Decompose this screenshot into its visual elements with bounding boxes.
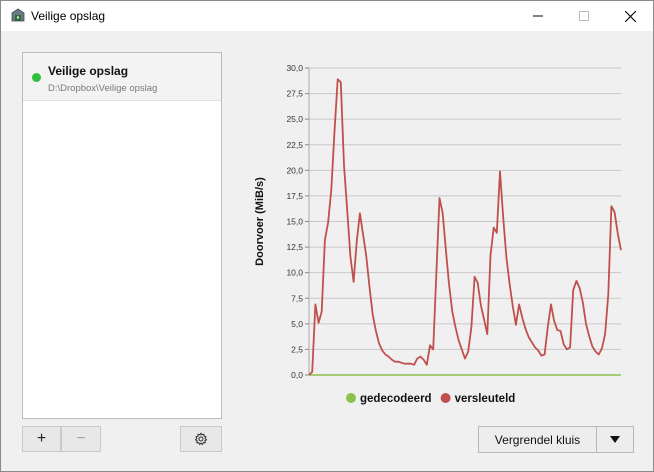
y-tick-label: 27,5 — [286, 89, 303, 99]
gear-icon — [194, 432, 208, 446]
throughput-chart-svg: 0,0 2,5 5,0 7,5 10,0 12,5 15,0 17,5 20,0 22,5 25,0… — [254, 63, 622, 405]
minimize-button[interactable] — [515, 1, 561, 31]
close-button[interactable] — [607, 1, 653, 31]
main-window: Veilige opslag Veilige opslag D:\Dropbox… — [0, 0, 654, 472]
y-tick-label: 30,0 — [286, 63, 303, 73]
legend-marker-gedecodeerd — [346, 393, 356, 403]
settings-button[interactable] — [180, 426, 222, 452]
vault-name: Veilige opslag — [48, 64, 129, 78]
throughput-chart: 0,0 2,5 5,0 7,5 10,0 12,5 15,0 17,5 20,0 22,5 25,0… — [241, 51, 641, 421]
remove-label: − — [76, 430, 86, 447]
y-tick-label: 15,0 — [286, 217, 303, 227]
add-label: + — [36, 430, 47, 447]
legend-marker-versleuteld — [440, 393, 451, 403]
close-icon — [624, 10, 636, 22]
y-tick-label: 2,5 — [291, 344, 303, 354]
y-tick-label: 22,5 — [286, 140, 303, 150]
y-tick-label: 0,0 — [291, 370, 303, 380]
legend-label-gedecodeerd: gedecodeerd — [360, 393, 432, 405]
remove-vault-button[interactable]: − — [61, 426, 101, 452]
y-tick-label: 17,5 — [286, 191, 303, 201]
lock-vault-button[interactable]: Vergrendel kluis — [478, 426, 596, 453]
series-line-versleuteld — [308, 78, 622, 376]
vault-list[interactable]: Veilige opslag D:\Dropbox\Veilige opslag — [22, 52, 222, 419]
y-axis-label: Doorvoer (MiB/s) — [254, 177, 266, 266]
vault-path: D:\Dropbox\Veilige opslag — [48, 83, 158, 94]
lock-vault-label: Vergrendel kluis — [494, 432, 581, 447]
triangle-down-icon — [610, 436, 620, 443]
legend-label-versleuteld: versleuteld — [455, 393, 516, 405]
minimize-icon — [533, 15, 543, 17]
y-tick-label: 25,0 — [286, 114, 303, 124]
vault-status-indicator — [32, 73, 41, 82]
maximize-button[interactable] — [561, 1, 607, 31]
y-tick-label: 7,5 — [291, 293, 303, 303]
lock-options-dropdown[interactable] — [596, 426, 634, 453]
window-title: Veilige opslag — [31, 9, 106, 23]
y-tick-label: 20,0 — [286, 165, 303, 175]
y-tick-label: 10,0 — [286, 268, 303, 278]
y-tick-label: 5,0 — [291, 319, 303, 329]
vault-icon — [11, 8, 25, 22]
vault-list-item[interactable]: Veilige opslag D:\Dropbox\Veilige opslag — [23, 53, 221, 101]
maximize-icon — [579, 11, 589, 21]
add-vault-button[interactable]: + — [22, 426, 61, 452]
title-bar[interactable]: Veilige opslag — [1, 1, 653, 31]
y-tick-label: 12,5 — [286, 242, 303, 252]
